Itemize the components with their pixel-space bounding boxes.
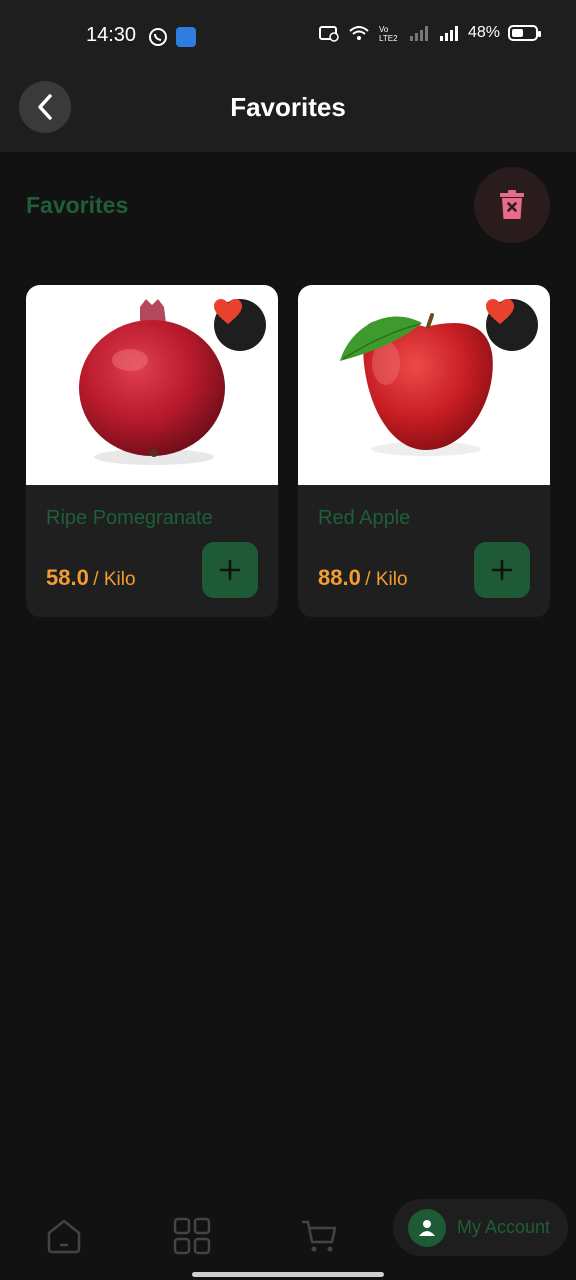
product-name: Ripe Pomegranate: [46, 507, 213, 529]
battery-cap: [538, 31, 541, 37]
my-account-tab[interactable]: My Account: [393, 1199, 568, 1256]
product-image-red-apple: [298, 285, 550, 485]
user-icon: [419, 1219, 435, 1236]
product-card[interactable]: Red Apple 88.0 / Kilo: [298, 285, 550, 617]
price-value: 88.0: [318, 565, 361, 590]
favorite-button[interactable]: [486, 299, 538, 351]
product-name: Red Apple: [318, 507, 411, 529]
trash-icon: [500, 190, 524, 219]
product-image-pomegranate: [26, 285, 278, 485]
add-to-cart-button[interactable]: [474, 542, 530, 598]
signal-icon-sim1: [409, 26, 428, 41]
add-to-cart-button[interactable]: [202, 542, 258, 598]
my-account-label: My Account: [457, 1217, 551, 1237]
section-title: Favorites: [26, 192, 129, 218]
home-indicator[interactable]: [192, 1272, 384, 1277]
android-app-icon: [176, 27, 196, 47]
status-right-icons: Vo LTE2 48%: [318, 24, 541, 42]
battery-percent: 48%: [467, 24, 500, 41]
svg-text:LTE2: LTE2: [379, 34, 398, 42]
delete-all-button[interactable]: [474, 167, 550, 243]
page-title: Favorites: [230, 92, 346, 122]
avatar: [408, 1208, 446, 1247]
svg-text:Vo: Vo: [379, 25, 389, 34]
signal-icon-sim2: [439, 26, 458, 41]
product-price: 58.0 / Kilo: [46, 565, 136, 591]
heart-icon: [486, 299, 514, 324]
status-bar: 14:30 Vo LTE2 48%: [0, 0, 576, 72]
price-unit: / Kilo: [93, 569, 136, 590]
price-unit: / Kilo: [365, 569, 408, 590]
volte-icon: Vo LTE2: [379, 25, 398, 42]
plus-icon: [491, 559, 513, 581]
home-icon[interactable]: [44, 1216, 84, 1256]
wifi-icon: [349, 26, 369, 40]
bottom-nav: My Account: [0, 1190, 576, 1280]
categories-icon[interactable]: [172, 1216, 212, 1256]
cast-icon: [318, 26, 339, 42]
whatsapp-icon: [149, 28, 167, 46]
product-card[interactable]: Ripe Pomegranate 58.0 / Kilo: [26, 285, 278, 617]
product-price: 88.0 / Kilo: [318, 565, 408, 591]
battery-level: [512, 29, 523, 37]
status-time: 14:30: [86, 24, 137, 46]
heart-icon: [214, 299, 242, 324]
plus-icon: [219, 559, 241, 581]
price-value: 58.0: [46, 565, 89, 590]
battery-icon: [508, 25, 541, 41]
app-header: Favorites: [0, 72, 576, 152]
cart-icon[interactable]: [300, 1216, 340, 1256]
favorite-button[interactable]: [214, 299, 266, 351]
